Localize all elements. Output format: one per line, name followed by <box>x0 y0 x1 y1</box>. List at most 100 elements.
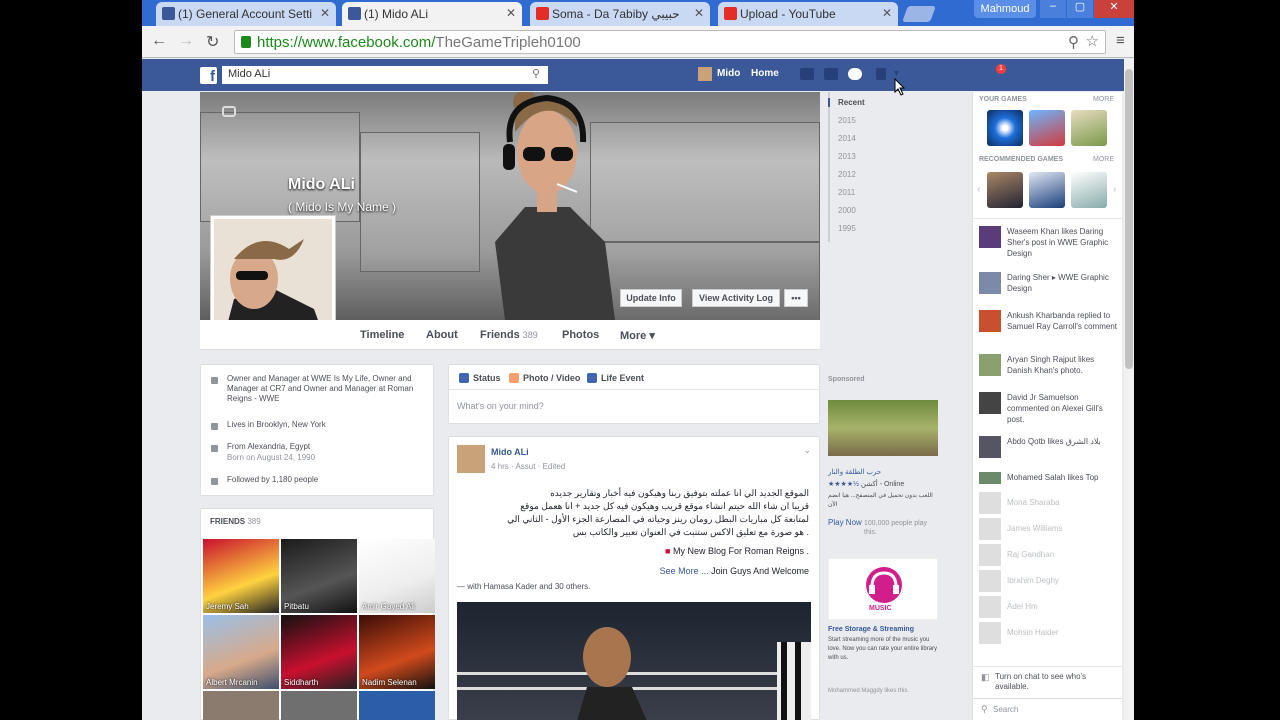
chat-contact[interactable]: Raj Gandhan <box>979 544 1117 566</box>
ticker-item[interactable]: David Jr Samuelson commented on Alexei G… <box>979 392 1121 424</box>
change-cover-camera-icon[interactable] <box>222 106 236 117</box>
rating-stars-icon: ★★★★½ <box>828 481 859 488</box>
window-close-button[interactable]: ✕ <box>1094 0 1134 18</box>
ticker-item[interactable]: Ankush Kharbanda replied to Samuel Ray C… <box>979 310 1121 342</box>
tab-more[interactable]: More ▾ <box>620 329 655 342</box>
friend-thumbnail[interactable] <box>359 691 435 720</box>
games-more-link[interactable]: MORE <box>1093 96 1114 103</box>
ticker-item[interactable]: Daring Sher ▸ WWE Graphic Design <box>979 272 1121 304</box>
composer-input[interactable]: What's on your mind? <box>457 401 544 411</box>
view-activity-log-button[interactable]: View Activity Log <box>692 289 780 307</box>
messages-icon[interactable] <box>824 68 838 80</box>
ticker-item[interactable]: Abdo Qotb likes بلاد الشرق <box>979 436 1121 468</box>
close-tab-icon[interactable]: ✕ <box>320 6 330 20</box>
new-tab-button[interactable] <box>902 6 936 22</box>
friend-thumbnail[interactable] <box>281 691 357 720</box>
close-tab-icon[interactable]: ✕ <box>882 6 892 20</box>
composer-tab-status[interactable]: Status <box>473 373 501 383</box>
notification-badge: 1 <box>996 64 1006 74</box>
year-link[interactable]: 2000 <box>838 206 856 215</box>
ticker-item[interactable]: Waseem Khan likes Daring Sher's post in … <box>979 226 1121 258</box>
post-author-name[interactable]: Mido ALi <box>491 447 529 457</box>
menu-icon[interactable]: ≡ <box>1116 32 1125 49</box>
minimize-button[interactable]: – <box>1040 0 1066 18</box>
game-icon[interactable] <box>987 172 1023 208</box>
year-link[interactable]: 2014 <box>838 134 856 143</box>
your-games-heading: YOUR GAMES <box>979 96 1027 103</box>
carousel-right-icon[interactable]: › <box>1113 184 1116 195</box>
friend-thumbnail[interactable]: Siddharth <box>281 615 357 689</box>
game-icon[interactable] <box>1071 172 1107 208</box>
ad-music-title[interactable]: Free Storage & Streaming <box>828 626 914 633</box>
chat-contact[interactable]: Adel Hm <box>979 596 1117 618</box>
friend-thumbnail[interactable]: Pitbatu <box>281 539 357 613</box>
year-link[interactable]: 1995 <box>838 224 856 233</box>
game-icon[interactable] <box>987 110 1023 146</box>
url-input[interactable]: https://www.facebook.com/TheGameTripleh0… <box>234 30 1106 54</box>
update-info-button[interactable]: Update Info <box>620 289 682 307</box>
see-more-link[interactable]: See More ... <box>660 566 709 576</box>
post-tagged-line[interactable]: — with Hamasa Kader and 30 others. <box>457 582 590 591</box>
recommended-more-link[interactable]: MORE <box>1093 156 1114 163</box>
notifications-globe-icon[interactable] <box>848 68 862 80</box>
nav-profile-link[interactable]: Mido <box>717 68 740 79</box>
post-author-avatar[interactable] <box>457 445 485 473</box>
browser-tab-general-settings[interactable]: (1) General Account Setti ✕ <box>156 2 336 26</box>
ad-game-image[interactable] <box>828 400 938 456</box>
ad-music-image[interactable]: MUSIC <box>828 558 938 620</box>
back-icon[interactable]: ← <box>151 32 167 50</box>
scrollbar-thumb[interactable] <box>1125 69 1133 369</box>
game-icon[interactable] <box>1071 110 1107 146</box>
carousel-left-icon[interactable]: ‹ <box>977 184 980 195</box>
browser-user-button[interactable]: Mahmoud <box>974 0 1036 18</box>
chat-notice[interactable]: Turn on chat to see who's available. <box>995 672 1115 692</box>
chat-search-input[interactable]: ⚲ Search <box>973 698 1123 720</box>
page-scrollbar[interactable] <box>1124 59 1134 720</box>
chat-contact[interactable]: Mona Sharaba <box>979 492 1117 514</box>
composer-tab-life-event[interactable]: Life Event <box>601 373 644 383</box>
browser-tab-upload-youtube[interactable]: Upload - YouTube ✕ <box>718 2 898 26</box>
search-icon[interactable]: ⚲ <box>1068 33 1079 51</box>
bookmark-star-icon[interactable]: ☆ <box>1086 32 1099 50</box>
play-now-link[interactable]: Play Now <box>828 518 862 527</box>
tab-friends[interactable]: Friends 389 <box>480 329 538 341</box>
privacy-lock-icon[interactable] <box>876 68 886 80</box>
chat-contact[interactable]: Ibrahim Deghy <box>979 570 1117 592</box>
search-icon[interactable]: ⚲ <box>532 67 540 80</box>
nav-avatar[interactable] <box>698 67 712 81</box>
tab-about[interactable]: About <box>426 329 458 341</box>
browser-tab-soma[interactable]: Soma - Da 7abiby حبيبي ✕ <box>530 2 710 26</box>
friend-thumbnail[interactable]: Jeremy Sah <box>203 539 279 613</box>
chat-contact[interactable]: Mohsin Haider <box>979 622 1117 644</box>
game-icon[interactable] <box>1029 110 1065 146</box>
close-tab-icon[interactable]: ✕ <box>694 6 704 20</box>
ticker-item[interactable]: Aryan Singh Rajput likes Danish Khan's p… <box>979 354 1121 386</box>
friend-thumbnail[interactable] <box>203 691 279 720</box>
facebook-logo[interactable]: f <box>200 67 217 85</box>
more-options-button[interactable]: ••• <box>784 289 808 307</box>
tab-timeline[interactable]: Timeline <box>360 329 404 341</box>
chat-contact[interactable]: James Williams <box>979 518 1117 540</box>
close-tab-icon[interactable]: ✕ <box>506 6 516 20</box>
year-link[interactable]: Recent <box>828 98 865 107</box>
year-link[interactable]: 2013 <box>838 152 856 161</box>
friend-thumbnail[interactable]: Albert Mrcanin <box>203 615 279 689</box>
composer-tab-photo[interactable]: Photo / Video <box>523 373 580 383</box>
year-link[interactable]: 2015 <box>838 116 856 125</box>
reload-icon[interactable]: ↻ <box>206 32 219 52</box>
browser-tab-mido-ali[interactable]: (1) Mido ALi ✕ <box>342 2 522 26</box>
post-options-chevron-icon[interactable]: ⌄ <box>803 445 811 456</box>
ad-game-title[interactable]: حرب الطلقة والنار <box>828 468 881 476</box>
friend-thumbnail[interactable]: Nadim Selenan <box>359 615 435 689</box>
tab-photos[interactable]: Photos <box>562 329 599 341</box>
maximize-button[interactable]: ▢ <box>1067 0 1093 18</box>
year-link[interactable]: 2011 <box>838 188 855 197</box>
facebook-search-input[interactable]: Mido ALi ⚲ <box>222 66 548 84</box>
friend-requests-icon[interactable] <box>800 68 814 80</box>
nav-home-link[interactable]: Home <box>751 68 779 79</box>
forward-icon[interactable]: → <box>178 32 194 50</box>
game-icon[interactable] <box>1029 172 1065 208</box>
year-link[interactable]: 2012 <box>838 170 856 179</box>
post-image[interactable] <box>457 602 811 720</box>
friend-thumbnail[interactable]: Amir Gayed Ali <box>359 539 435 613</box>
